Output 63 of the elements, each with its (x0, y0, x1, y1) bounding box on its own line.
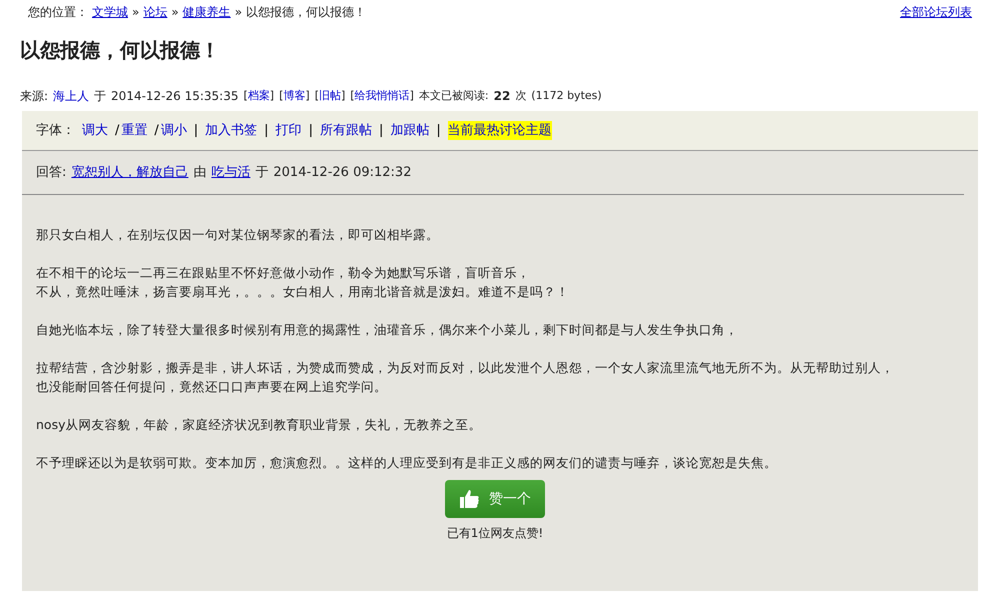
bracket: [ (279, 88, 284, 104)
at-label: 于 (255, 164, 268, 182)
toolbar-link[interactable]: 加跟帖 (390, 120, 430, 140)
meta-link[interactable]: 博客 (283, 88, 306, 104)
separator: | (378, 122, 384, 140)
separator: / (115, 122, 120, 140)
reply-author-link[interactable]: 吃与活 (211, 162, 250, 182)
post-text: 不予理睬还以为是软弱可欺。变本加厉，愈演愈烈。。这样的人理应受到有是非正义感的网友们的谴责与唾弃，谈论宽恕是失焦。 (36, 454, 778, 472)
at-label: 于 (94, 88, 106, 105)
breadcrumb-separator: » (132, 4, 140, 21)
author-link[interactable]: 海上人 (53, 87, 90, 105)
bracket: ] (305, 88, 310, 104)
post-text: 那只女白相人，在别坛仅因一句对某位钢琴家的看法，即可凶相毕露。 (36, 226, 440, 244)
bracket: ] (270, 88, 274, 104)
font-size-link[interactable]: 重置 (121, 120, 148, 140)
read-unit: 次 (515, 88, 526, 104)
breadcrumb-current: 以怨报德，何以报德！ (246, 4, 366, 21)
by-label: 由 (193, 164, 206, 182)
post-text: 也没能耐回答任何提问，竟然还口口声声要在网上追究学问。 (36, 378, 388, 396)
separator: | (194, 122, 198, 140)
breadcrumb-link[interactable]: 健康养生 (182, 3, 231, 21)
like-button[interactable]: 赞一个 (445, 480, 545, 518)
post-title: 以怨报德，何以报德！ (19, 37, 221, 64)
breadcrumb-separator: » (234, 4, 242, 21)
read-count: 22 (494, 88, 510, 105)
toolbar-link[interactable]: 加入书签 (205, 120, 258, 140)
font-label: 字体： (36, 122, 75, 140)
toolbar-link[interactable]: 打印 (276, 120, 302, 140)
bracket: ] (340, 88, 346, 104)
post-text: 自她光临本坛，除了转登大量很多时候别有用意的揭露性，油瓘音乐，偶尔来个小菜儿，剩下时间都是与人发生争执口角， (36, 321, 739, 339)
reply-topic-link[interactable]: 宽恕别人，解放自己 (71, 162, 188, 182)
toolbar-link[interactable]: 所有跟帖 (320, 120, 372, 140)
font-size-link[interactable]: 调小 (160, 120, 187, 140)
reply-datetime: 2014-12-26 09:12:32 (273, 164, 412, 182)
post-datetime: 2014-12-26 15:35:35 (111, 88, 238, 105)
separator: | (264, 122, 269, 140)
post-text: nosy从网友容貌，年龄，家庭经济状况到教育职业背景，失礼，无教养之至。 (36, 416, 482, 434)
source-label: 来源: (20, 88, 48, 105)
bracket: ] (410, 88, 414, 104)
meta-link[interactable]: 旧帖 (318, 88, 341, 104)
toolbar-link[interactable]: 当前最热讨论主题 (448, 120, 552, 140)
separator: | (308, 122, 313, 140)
reply-label: 回答: (36, 164, 66, 182)
bracket: [ (350, 88, 355, 104)
breadcrumb-separator: » (171, 4, 179, 21)
meta-link[interactable]: 档案 (248, 88, 270, 104)
breadcrumb-link[interactable]: 论坛 (143, 3, 168, 21)
separator: / (154, 122, 159, 140)
breadcrumb-label: 您的位置： (28, 4, 88, 21)
post-text: 拉帮结营，含沙射影，搬弄是非，讲人坏话，为赞成而赞成，为反对而反对，以此发泄个人恩怨，一个女人家流里流气地无所不为。从无帮助过别人， (36, 359, 895, 377)
font-size-link[interactable]: 调大 (82, 120, 108, 140)
post-size: (1172 bytes) (531, 88, 602, 104)
read-label: 本文已被阅读: (418, 88, 489, 104)
like-count: 已有1位网友点赞! (446, 525, 544, 542)
forum-list-link[interactable]: 全部论坛列表 (900, 3, 972, 21)
post-text: 在不相干的论坛一二再三在跟贴里不怀好意做小动作，勒令为她默写乐谱，盲听音乐， (36, 264, 531, 282)
thumbs-up-icon (459, 489, 481, 509)
bracket: [ (244, 88, 248, 104)
meta-link[interactable]: 给我悄悄话 (354, 88, 410, 104)
separator: | (436, 122, 441, 140)
bracket: [ (314, 88, 319, 104)
post-text: 不从，竟然吐唾沫，扬言要扇耳光，。。。女白相人，用南北谐音就是泼妇。难道不是吗？！ (36, 283, 570, 301)
breadcrumb-link[interactable]: 文学城 (92, 3, 128, 21)
